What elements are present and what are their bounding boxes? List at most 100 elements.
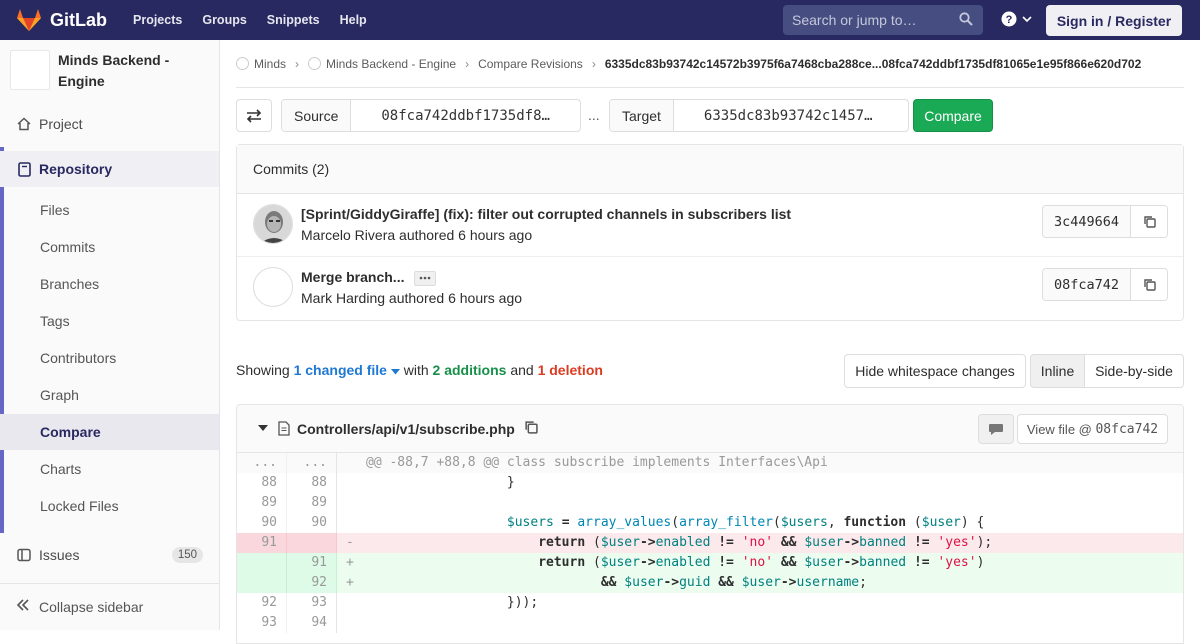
target-revision-value[interactable]: 6335dc83b93742c1457… bbox=[674, 100, 873, 131]
copy-file-path-icon[interactable] bbox=[524, 420, 538, 434]
diff-line: 90 90 $users = array_values(array_filter… bbox=[237, 513, 1183, 533]
line-content: @@ -88,7 +88,8 @@ class subscribe implem… bbox=[337, 453, 1183, 473]
commit-author-line: Mark Harding authored 6 hours ago bbox=[301, 290, 523, 306]
view-file-label: View file @ bbox=[1026, 421, 1092, 437]
diff-line: 92 93 })); bbox=[237, 593, 1183, 613]
new-line-number[interactable]: 90 bbox=[287, 513, 337, 533]
old-line-number[interactable]: 90 bbox=[237, 513, 287, 533]
breadcrumb-separator: › bbox=[295, 56, 300, 71]
gitlab-fox-icon bbox=[17, 9, 41, 31]
avatar[interactable] bbox=[253, 204, 293, 244]
changed-files-dropdown[interactable]: 1 changed file bbox=[294, 362, 404, 378]
sidebar-item-project[interactable]: Project bbox=[0, 106, 219, 142]
new-line-number[interactable]: 88 bbox=[287, 473, 337, 493]
file-icon bbox=[278, 421, 290, 436]
deletions-count: 1 deletion bbox=[537, 362, 603, 378]
old-line-number[interactable]: ... bbox=[237, 453, 287, 473]
copy-sha-button[interactable] bbox=[1131, 269, 1167, 300]
swap-arrows-icon bbox=[246, 108, 262, 123]
view-file-button[interactable]: View file @ 08fca742 bbox=[1017, 414, 1168, 444]
old-line-number[interactable]: 93 bbox=[237, 613, 287, 633]
code-text: return ($user->enabled != 'no' && $user-… bbox=[538, 555, 985, 570]
nav-groups[interactable]: Groups bbox=[202, 13, 246, 27]
expand-commit-message-button[interactable] bbox=[414, 270, 437, 286]
diff-line: ... ... @@ -88,7 +88,8 @@ class subscrib… bbox=[237, 453, 1183, 473]
sidebar-item-branches[interactable]: Branches bbox=[0, 266, 219, 302]
old-line-number[interactable]: 92 bbox=[237, 593, 287, 613]
sidebar-item-label: Repository bbox=[39, 161, 113, 177]
sidebar-project-header[interactable]: Minds Backend - Engine bbox=[0, 40, 219, 108]
commit-sha[interactable]: 08fca742 bbox=[1043, 269, 1131, 300]
breadcrumb-item[interactable]: Compare Revisions bbox=[478, 57, 583, 71]
commit-sha[interactable]: 3c449664 bbox=[1043, 206, 1131, 237]
diff-line-removed: 91 - return ($user->enabled != 'no' && $… bbox=[237, 533, 1183, 553]
gitlab-logo[interactable]: GitLab bbox=[16, 8, 107, 32]
code-text: })); bbox=[506, 595, 539, 610]
sidebar-item-graph[interactable]: Graph bbox=[0, 377, 219, 413]
inline-view-button[interactable]: Inline bbox=[1030, 354, 1085, 388]
side-by-side-view-button[interactable]: Side-by-side bbox=[1084, 354, 1184, 388]
sidebar-item-repository[interactable]: Repository bbox=[0, 151, 219, 187]
toggle-comments-button[interactable] bbox=[978, 414, 1014, 444]
new-line-number[interactable]: 93 bbox=[287, 593, 337, 613]
breadcrumb-separator: › bbox=[591, 56, 596, 71]
sidebar-item-issues[interactable]: Issues 150 bbox=[0, 537, 219, 573]
sidebar-item-files[interactable]: Files bbox=[0, 192, 219, 228]
line-content: + return ($user->enabled != 'no' && $use… bbox=[346, 555, 985, 570]
line-content: })); bbox=[337, 593, 1183, 613]
collapse-sidebar-label: Collapse sidebar bbox=[39, 598, 144, 615]
collapse-sidebar-button[interactable]: Collapse sidebar bbox=[0, 583, 219, 629]
new-line-number[interactable]: 92 bbox=[287, 573, 337, 593]
compare-button[interactable]: Compare bbox=[913, 99, 993, 132]
help-dropdown[interactable]: ? bbox=[1001, 11, 1033, 27]
new-line-number[interactable] bbox=[287, 533, 337, 553]
source-revision-field[interactable]: Source 08fca742ddbf1735df8… bbox=[281, 99, 581, 132]
diff-table: ... ... @@ -88,7 +88,8 @@ class subscrib… bbox=[237, 453, 1183, 633]
new-line-number[interactable]: ... bbox=[287, 453, 337, 473]
avatar[interactable] bbox=[253, 267, 293, 307]
nav-help[interactable]: Help bbox=[340, 13, 367, 27]
sidebar-item-contributors[interactable]: Contributors bbox=[0, 340, 219, 376]
old-line-number[interactable]: 91 bbox=[237, 533, 287, 553]
sidebar-item-tags[interactable]: Tags bbox=[0, 303, 219, 339]
project-sidebar: Minds Backend - Engine Project Repositor… bbox=[0, 40, 220, 630]
breadcrumb-item[interactable]: Minds Backend - Engine bbox=[326, 57, 456, 71]
search-input[interactable]: Search or jump to… bbox=[783, 5, 983, 35]
sidebar-item-charts[interactable]: Charts bbox=[0, 451, 219, 487]
collapse-caret-icon[interactable] bbox=[258, 425, 268, 432]
target-revision-field[interactable]: Target 6335dc83b93742c1457… bbox=[609, 99, 909, 132]
line-content: - return ($user->enabled != 'no' && $use… bbox=[346, 535, 993, 550]
new-line-number[interactable]: 94 bbox=[287, 613, 337, 633]
breadcrumb-current: 6335dc83b93742c14572b3975f6a7468cba288ce… bbox=[604, 56, 1142, 71]
old-line-number[interactable] bbox=[237, 573, 287, 593]
source-revision-value[interactable]: 08fca742ddbf1735df8… bbox=[351, 100, 550, 131]
sidebar-item-commits[interactable]: Commits bbox=[0, 229, 219, 265]
breadcrumb: Minds › Minds Backend - Engine › Compare… bbox=[236, 40, 1184, 88]
file-path[interactable]: Controllers/api/v1/subscribe.php bbox=[297, 421, 515, 437]
nav-projects[interactable]: Projects bbox=[133, 13, 182, 27]
copy-sha-button[interactable] bbox=[1131, 206, 1167, 237]
commit-row: [Sprint/GiddyGiraffe] (fix): filter out … bbox=[237, 194, 1183, 257]
new-line-number[interactable]: 89 bbox=[287, 493, 337, 513]
commit-sha-group: 08fca742 bbox=[1042, 268, 1168, 301]
swap-revisions-button[interactable] bbox=[236, 99, 272, 132]
new-line-number[interactable]: 91 bbox=[287, 553, 337, 573]
commit-title[interactable]: Merge branch... bbox=[301, 269, 404, 285]
comment-icon bbox=[989, 423, 1003, 435]
old-line-number[interactable]: 88 bbox=[237, 473, 287, 493]
code-text: $users = array_values(array_filter($user… bbox=[506, 515, 985, 530]
diff-line-added: 91 + return ($user->enabled != 'no' && $… bbox=[237, 553, 1183, 573]
breadcrumb-separator: › bbox=[465, 56, 470, 71]
old-line-number[interactable] bbox=[237, 553, 287, 573]
breadcrumb-item[interactable]: Minds bbox=[254, 57, 286, 71]
nav-snippets[interactable]: Snippets bbox=[267, 13, 320, 27]
sidebar-item-locked-files[interactable]: Locked Files bbox=[0, 488, 219, 524]
sign-in-register-button[interactable]: Sign in / Register bbox=[1046, 5, 1182, 36]
line-content: $users = array_values(array_filter($user… bbox=[337, 513, 1183, 533]
hide-whitespace-button[interactable]: Hide whitespace changes bbox=[844, 354, 1026, 388]
svg-text:?: ? bbox=[1006, 14, 1013, 26]
commit-title[interactable]: [Sprint/GiddyGiraffe] (fix): filter out … bbox=[301, 206, 791, 222]
old-line-number[interactable]: 89 bbox=[237, 493, 287, 513]
file-diff: Controllers/api/v1/subscribe.php View fi… bbox=[236, 404, 1184, 644]
sidebar-item-compare[interactable]: Compare bbox=[0, 414, 219, 450]
